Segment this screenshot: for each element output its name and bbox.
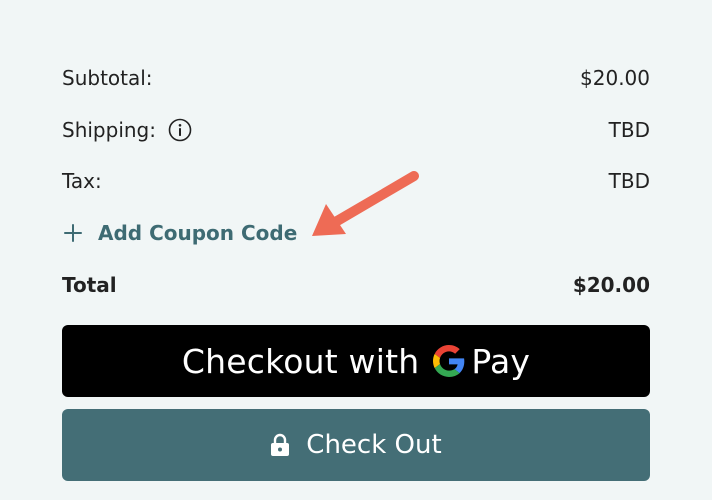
add-coupon-code-link[interactable]: Add Coupon Code [62,218,297,248]
plus-icon [62,222,84,244]
tax-value: TBD [608,169,650,193]
check-out-button[interactable]: Check Out [62,409,650,481]
tax-row: Tax: TBD [62,166,650,196]
subtotal-value: $20.00 [580,66,650,90]
tax-label: Tax: [62,169,102,193]
total-row: Total $20.00 [62,270,650,300]
google-g-icon [433,345,465,377]
shipping-row: Shipping: TBD [62,115,650,145]
subtotal-label: Subtotal: [62,66,153,90]
gpay-button-suffix: Pay [471,341,531,381]
total-value: $20.00 [572,273,650,297]
lock-icon [270,433,290,457]
checkout-with-gpay-button[interactable]: Checkout with Pay [62,325,650,397]
add-coupon-code-label: Add Coupon Code [98,221,298,245]
shipping-value: TBD [608,118,650,142]
total-label: Total [62,273,117,297]
info-icon[interactable] [168,118,192,142]
check-out-label: Check Out [306,430,442,460]
shipping-label: Shipping: [62,118,156,142]
subtotal-row: Subtotal: $20.00 [62,63,650,93]
shipping-label-group: Shipping: [62,118,192,142]
gpay-button-prefix: Checkout with [181,341,420,381]
